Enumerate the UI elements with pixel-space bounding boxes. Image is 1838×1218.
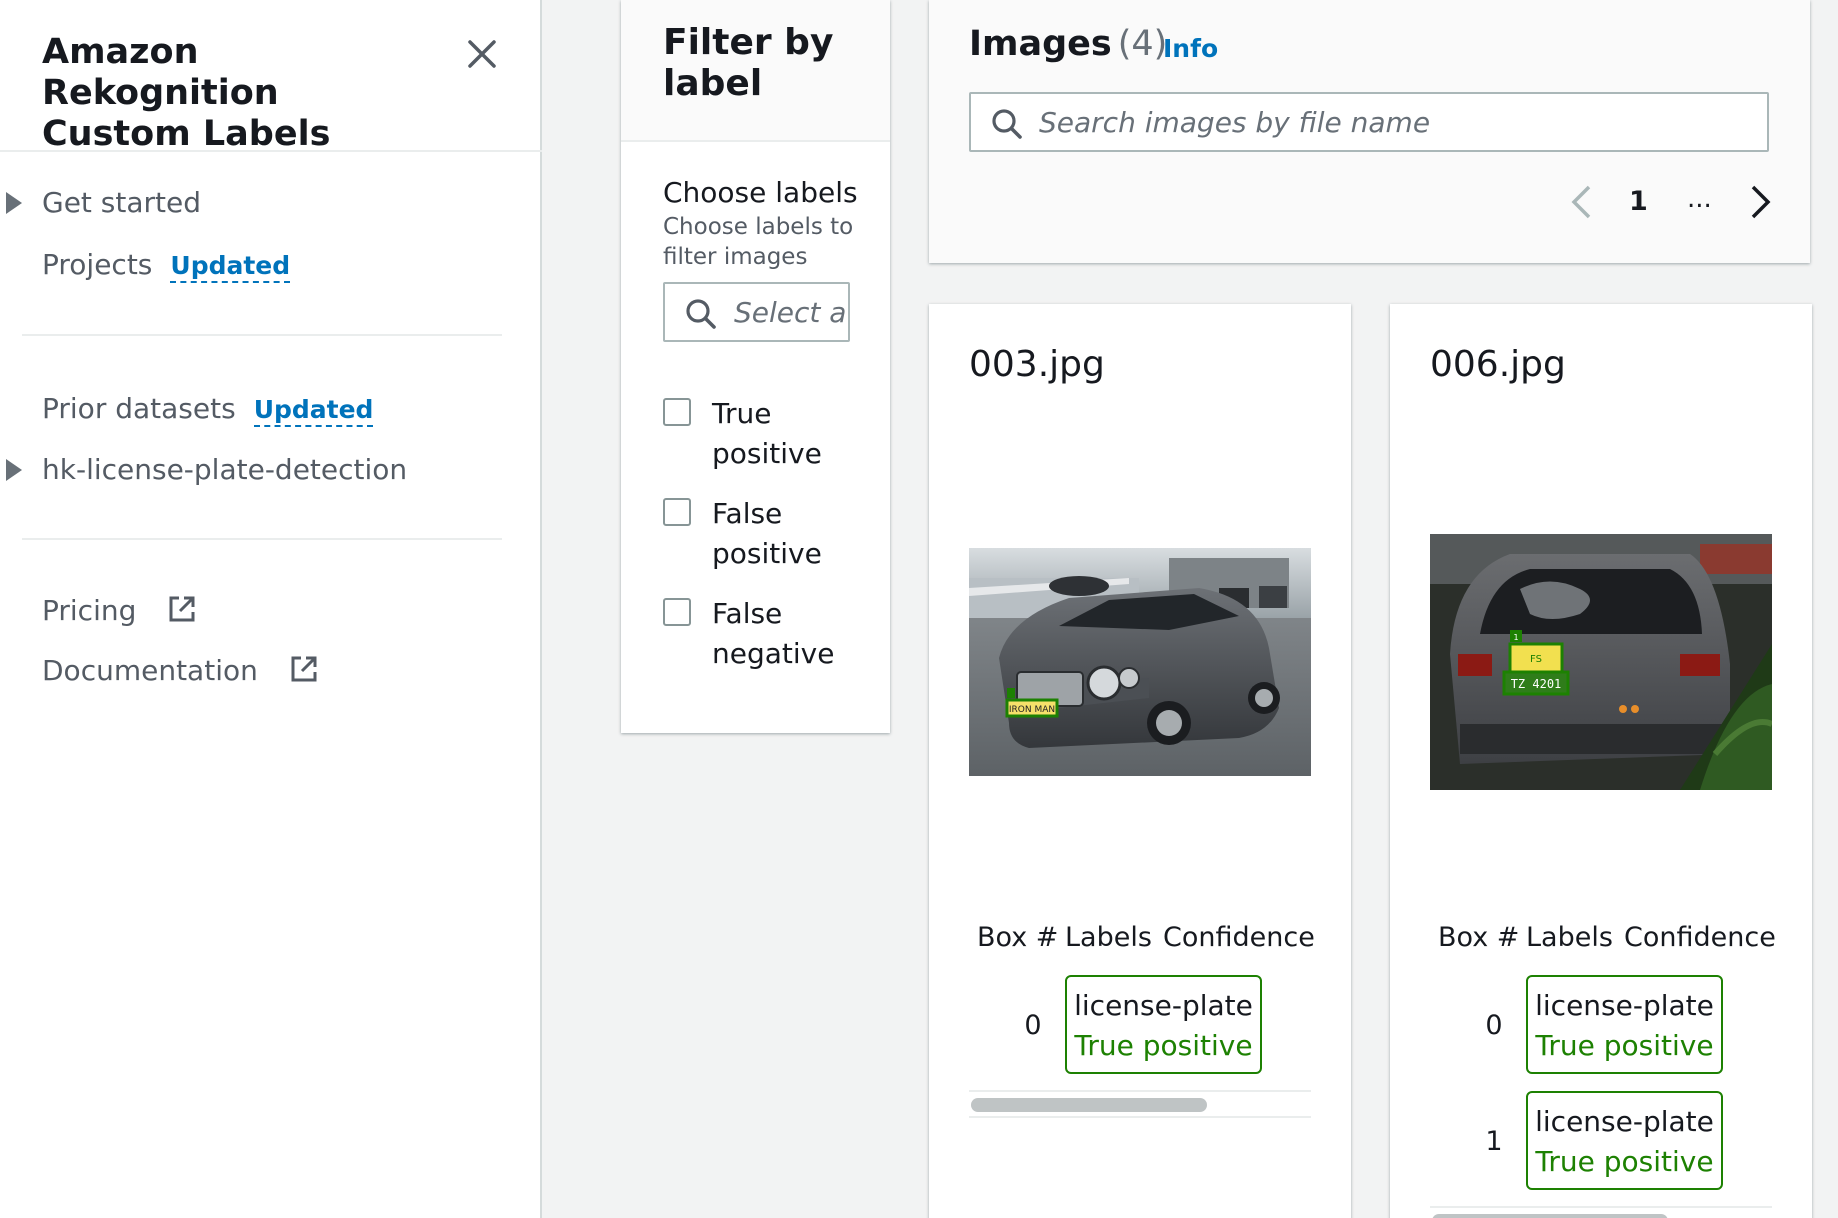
nav-divider xyxy=(22,538,502,540)
image-thumbnail[interactable]: IRON MAN xyxy=(969,548,1311,776)
nav-item-prior-datasets[interactable]: Prior datasets Updated xyxy=(42,392,374,427)
choose-labels-description: Choose labels to filter images xyxy=(663,214,854,270)
nav-item-dataset[interactable]: hk-license-plate-detection xyxy=(42,453,407,487)
filter-title: Filter by label xyxy=(663,22,834,104)
image-card: 003.jpg IRON MAN Box # Labels Confidence… xyxy=(929,304,1351,1218)
scrollbar-thumb[interactable] xyxy=(1432,1214,1668,1218)
box-number: 0 xyxy=(1485,1010,1503,1041)
column-header-labels: Labels xyxy=(1526,922,1613,953)
search-icon xyxy=(992,109,1022,139)
checkbox[interactable] xyxy=(663,498,691,526)
search-placeholder: Search images by file name xyxy=(1039,106,1431,139)
external-link-icon xyxy=(291,656,317,682)
label-result[interactable]: license-plate True positive xyxy=(1526,1091,1723,1190)
horizontal-scrollbar[interactable] xyxy=(1430,1206,1772,1218)
info-link[interactable]: Info xyxy=(1163,34,1218,63)
checkbox-label: False negative xyxy=(712,597,835,670)
image-filename: 006.jpg xyxy=(1430,344,1566,385)
nav-item-label: Prior datasets xyxy=(42,392,236,425)
filter-panel: Filter by label Choose labels Choose lab… xyxy=(621,0,890,733)
column-header-labels: Labels xyxy=(1065,922,1152,953)
column-header-confidence: Confidence xyxy=(1624,922,1776,953)
checkbox-label: False positive xyxy=(712,497,822,570)
select-placeholder: Select a xyxy=(734,296,847,329)
search-icon xyxy=(686,299,716,329)
label-status: True positive xyxy=(1535,1145,1714,1178)
label-name: license-plate xyxy=(1535,1105,1714,1138)
label-name: license-plate xyxy=(1535,989,1714,1022)
external-link-icon xyxy=(169,596,195,622)
images-heading: Images xyxy=(969,24,1112,64)
images-title: Images (4) xyxy=(969,24,1167,64)
nav-item-label: Documentation xyxy=(42,654,258,687)
caret-right-icon[interactable] xyxy=(6,459,22,481)
nav-item-get-started[interactable]: Get started xyxy=(42,186,201,220)
nav-item-label: Pricing xyxy=(42,594,137,627)
label-result[interactable]: license-plate True positive xyxy=(1065,975,1262,1074)
updated-badge[interactable]: Updated xyxy=(253,395,374,427)
nav-item-label: hk-license-plate-detection xyxy=(42,453,408,486)
chevron-left-icon[interactable] xyxy=(1569,184,1593,220)
label-status: True positive xyxy=(1535,1029,1714,1062)
pagination-page-1[interactable]: 1 xyxy=(1629,186,1648,217)
label-name: license-plate xyxy=(1074,989,1253,1022)
nav-item-projects[interactable]: Projects Updated xyxy=(42,248,291,283)
nav-title: Amazon Rekognition Custom Labels xyxy=(42,32,331,154)
scrollbar-thumb[interactable] xyxy=(971,1098,1207,1112)
nav-item-label: Projects xyxy=(42,248,153,281)
box-number: 0 xyxy=(1024,1010,1042,1041)
nav-divider xyxy=(0,150,542,152)
horizontal-scrollbar[interactable] xyxy=(969,1090,1311,1118)
chevron-right-icon[interactable] xyxy=(1749,184,1773,220)
column-header-confidence: Confidence xyxy=(1163,922,1315,953)
image-thumbnail[interactable]: FS 1 TZ 4201 xyxy=(1430,534,1772,790)
images-count: (4) xyxy=(1117,24,1168,64)
checkbox-label: True positive xyxy=(712,397,822,470)
column-header-box: Box # xyxy=(977,922,1059,953)
images-header-panel: Images (4) Info Search images by file nam… xyxy=(929,0,1810,263)
label-status: True positive xyxy=(1074,1029,1253,1062)
plate-text-2: TZ 4201 xyxy=(1511,677,1562,691)
caret-right-icon[interactable] xyxy=(6,192,22,214)
updated-badge[interactable]: Updated xyxy=(170,251,291,283)
choose-labels-title: Choose labels xyxy=(663,176,858,209)
label-result[interactable]: license-plate True positive xyxy=(1526,975,1723,1074)
image-filename: 003.jpg xyxy=(969,344,1105,385)
plate-text: FS xyxy=(1530,654,1542,665)
nav-item-label: Get started xyxy=(42,186,202,219)
search-images-input[interactable]: Search images by file name xyxy=(969,92,1769,152)
side-navigation: Amazon Rekognition Custom Labels Get sta… xyxy=(0,0,542,1218)
label-select-input[interactable]: Select a xyxy=(663,282,850,342)
box-number: 1 xyxy=(1485,1126,1503,1157)
checkbox[interactable] xyxy=(663,598,691,626)
nav-item-documentation[interactable]: Documentation xyxy=(42,654,319,688)
checkbox[interactable] xyxy=(663,398,691,426)
box-index-tag: 1 xyxy=(1513,633,1518,642)
filter-header: Filter by label xyxy=(621,0,890,142)
plate-text: IRON MAN xyxy=(1009,705,1055,715)
nav-item-pricing[interactable]: Pricing xyxy=(42,594,197,628)
pagination-ellipsis: ... xyxy=(1687,184,1712,214)
column-header-box: Box # xyxy=(1438,922,1520,953)
nav-divider xyxy=(22,334,502,336)
close-icon[interactable] xyxy=(462,34,502,74)
image-card: 006.jpg FS 1 TZ 4201 Box # Labels Confid… xyxy=(1390,304,1812,1218)
